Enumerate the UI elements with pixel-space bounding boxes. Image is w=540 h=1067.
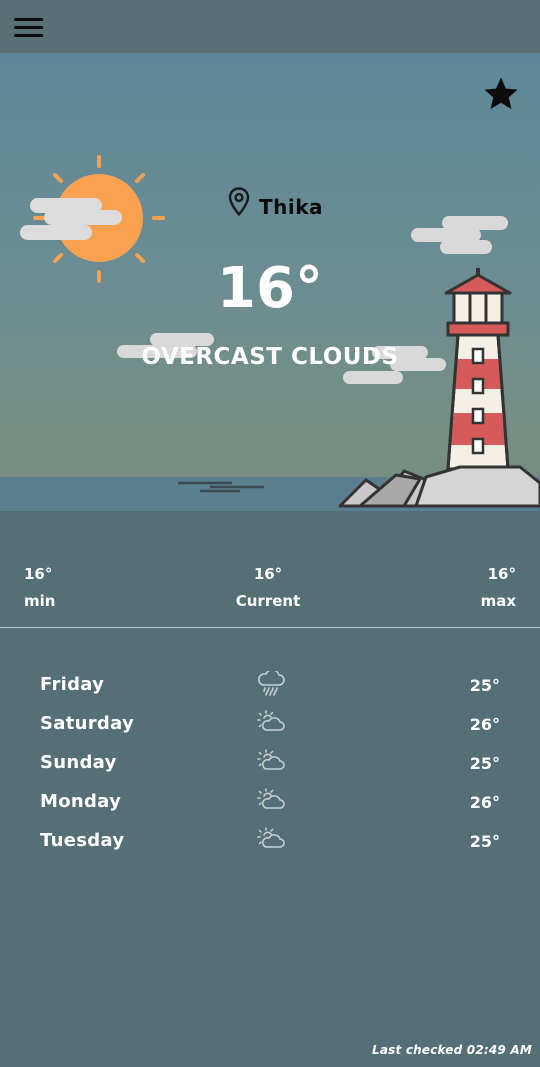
map-pin-icon	[228, 187, 250, 217]
last-checked-timestamp: Last checked 02:49 AM	[372, 1043, 532, 1057]
city-name: Thika	[259, 195, 324, 219]
forecast-temp: 25°	[469, 676, 500, 695]
forecast-row: Friday 25°	[0, 668, 540, 707]
forecast-row: Saturday 26°	[0, 707, 540, 746]
current-temp-block: 16° Current	[220, 561, 316, 615]
forecast-row: Monday 26°	[0, 785, 540, 824]
current-temp-value: 16°	[253, 565, 283, 583]
max-temp-block: 16° max	[481, 561, 516, 615]
min-temp-block: 16° min	[24, 561, 55, 615]
top-bar	[0, 0, 540, 53]
forecast-day: Monday	[40, 791, 122, 812]
weather-description: OVERCAST CLOUDS	[141, 344, 399, 370]
forecast-temp: 26°	[469, 715, 500, 734]
favorite-star-icon[interactable]	[482, 75, 520, 113]
forecast-day: Saturday	[40, 713, 135, 734]
max-temp-label: max	[480, 592, 516, 610]
forecast-temp: 25°	[469, 832, 500, 851]
rain-cloud-icon	[258, 671, 285, 696]
forecast-temp: 26°	[469, 793, 500, 812]
forecast-day: Tuesday	[40, 830, 125, 851]
hamburger-menu-icon[interactable]	[14, 16, 44, 40]
min-temp-label: min	[24, 592, 56, 610]
weather-hero: Thika 16° OVERCAST CLOUDS	[0, 53, 540, 511]
forecast-row: Sunday 25°	[0, 746, 540, 785]
temperature-summary: 16° min 16° Current 16° max	[0, 511, 540, 628]
cloud-shape	[411, 216, 508, 254]
partly-cloudy-icon	[257, 827, 285, 848]
max-temp-value: 16°	[487, 565, 516, 583]
current-temp-label: Current	[235, 592, 301, 610]
partly-cloudy-icon	[257, 788, 285, 809]
partly-cloudy-icon	[257, 749, 285, 770]
forecast-day: Friday	[40, 674, 105, 695]
rocks-shape	[338, 465, 540, 508]
partly-cloudy-icon	[257, 710, 285, 731]
min-temp-value: 16°	[24, 565, 53, 583]
forecast-temp: 25°	[469, 754, 500, 773]
forecast-row: Tuesday 25°	[0, 824, 540, 863]
forecast-day: Sunday	[40, 752, 117, 773]
divider	[0, 627, 540, 628]
current-temperature: 16°	[217, 256, 323, 321]
